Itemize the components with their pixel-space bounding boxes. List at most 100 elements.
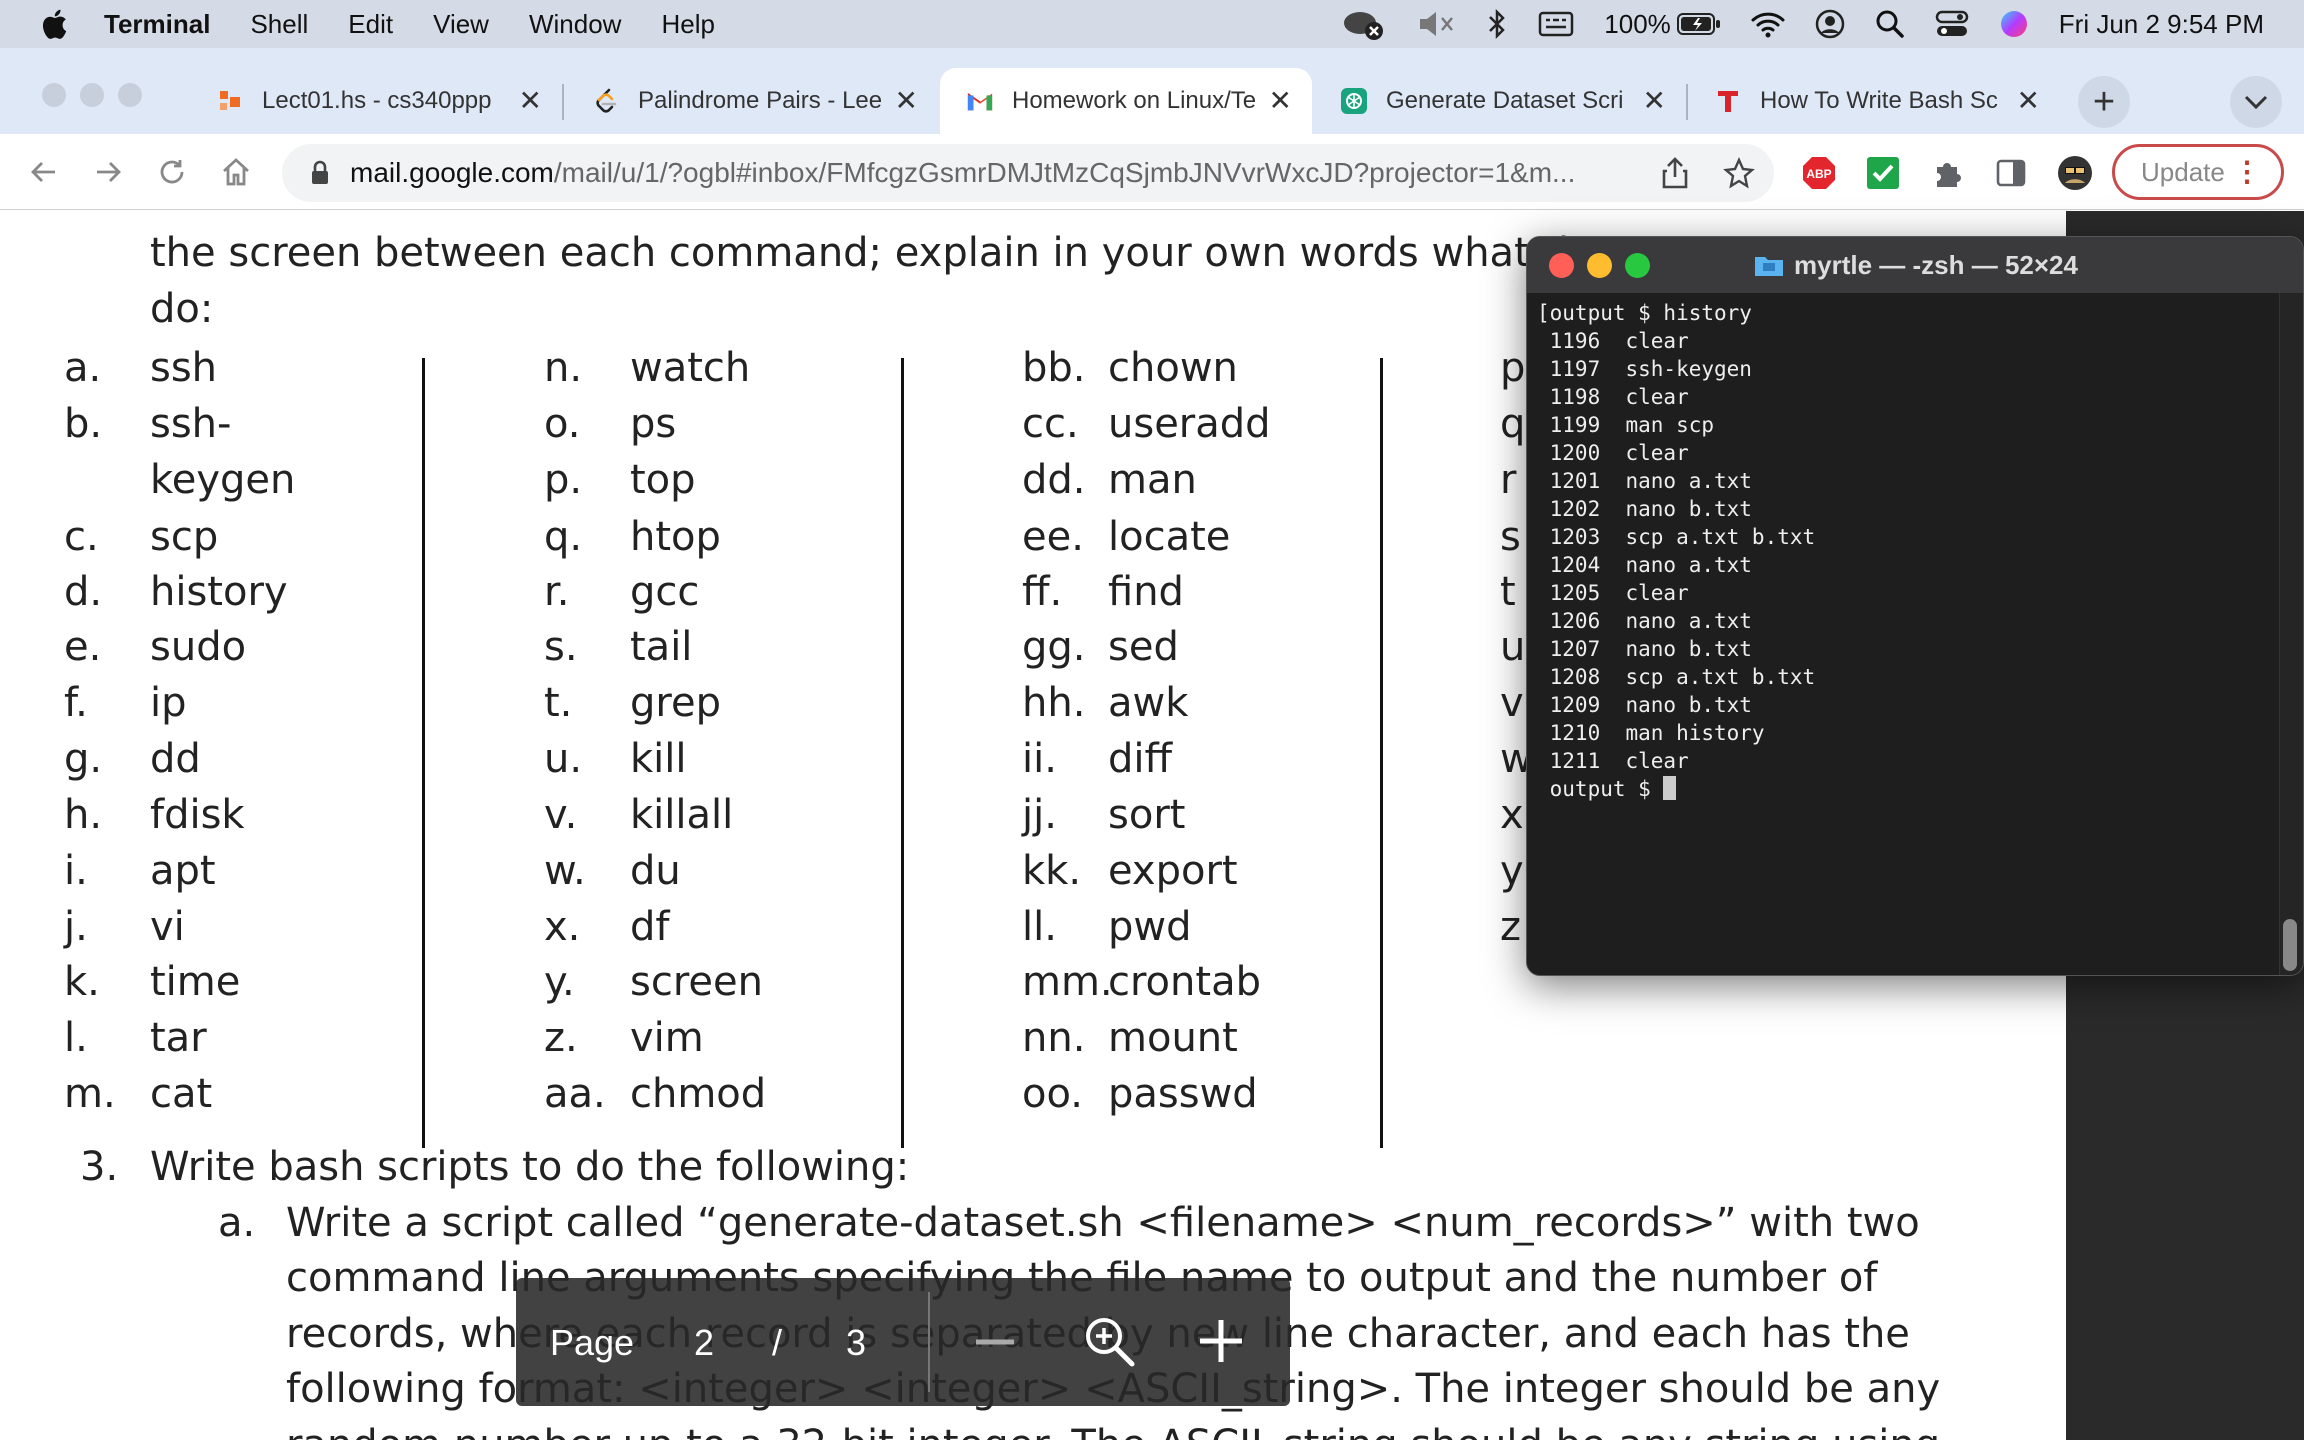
back-button[interactable] xyxy=(24,152,64,192)
command-list-item: man xyxy=(1108,457,1197,503)
creative-cloud-icon[interactable] xyxy=(1340,7,1386,41)
command-list-item: diff xyxy=(1108,736,1173,782)
side-panel-icon[interactable] xyxy=(1990,152,2032,194)
apple-logo-icon[interactable] xyxy=(38,6,74,42)
tab-lect01[interactable]: Lect01.hs - cs340ppp ✕ xyxy=(190,68,562,134)
svg-text:ABP: ABP xyxy=(1806,167,1831,181)
terminal-line: 1206 nano a.txt xyxy=(1537,609,1752,633)
green-check-extension-icon[interactable] xyxy=(1862,152,1904,194)
adblock-icon[interactable]: ABP xyxy=(1798,152,1840,194)
terminal-window[interactable]: myrtle — -zsh — 52×24 [output $ history … xyxy=(1526,236,2304,976)
command-list-item: watch xyxy=(630,345,751,391)
command-list-item: scp xyxy=(150,514,219,560)
arrow-left-icon xyxy=(31,162,55,182)
terminal-line: 1208 scp a.txt b.txt xyxy=(1537,665,1816,689)
plus-icon xyxy=(1200,1320,1242,1362)
command-list-label: e. xyxy=(64,624,102,670)
command-list-item: find xyxy=(1108,569,1184,615)
wifi-icon[interactable] xyxy=(1751,10,1785,38)
menu-terminal[interactable]: Terminal xyxy=(104,9,210,40)
tab-title: Generate Dataset Scri xyxy=(1386,87,1624,114)
gmail-icon xyxy=(966,87,994,115)
tab-homework-gmail[interactable]: Homework on Linux/Te ✕ xyxy=(940,68,1312,134)
menu-window[interactable]: Window xyxy=(529,9,621,40)
menu-shell[interactable]: Shell xyxy=(250,9,308,40)
tab-close-icon[interactable]: ✕ xyxy=(2017,84,2040,117)
menu-help[interactable]: Help xyxy=(661,9,714,40)
share-icon[interactable] xyxy=(1654,152,1696,194)
tab-palindrome-pairs[interactable]: Palindrome Pairs - Lee ✕ xyxy=(566,68,938,134)
command-list-label: bb. xyxy=(1022,345,1086,391)
command-list-label: p xyxy=(1500,345,1526,391)
tab-bash-scripts[interactable]: How To Write Bash Sc ✕ xyxy=(1688,68,2060,134)
lock-icon[interactable] xyxy=(310,160,330,186)
window-minimize-button[interactable] xyxy=(80,83,104,107)
fit-zoom-button[interactable] xyxy=(1082,1314,1138,1379)
terminal-prompt-line[interactable]: output $ xyxy=(1537,775,2297,803)
command-list-label: kk. xyxy=(1022,848,1082,894)
menu-bar: Terminal Shell Edit View Window Help 100… xyxy=(0,0,2304,48)
zoom-out-button[interactable] xyxy=(972,1322,1018,1371)
command-list-item: useradd xyxy=(1108,401,1271,447)
command-list-item: chmod xyxy=(630,1071,767,1117)
question-text: Write bash scripts to do the following: xyxy=(150,1144,910,1190)
command-list-item: fdisk xyxy=(150,792,245,838)
tab-close-icon[interactable]: ✕ xyxy=(895,84,918,117)
command-list-label: q. xyxy=(544,514,583,560)
command-list-label: a. xyxy=(64,345,102,391)
tab-close-icon[interactable]: ✕ xyxy=(1643,84,1666,117)
tab-divider xyxy=(562,84,564,120)
profile-avatar-icon[interactable] xyxy=(2054,152,2096,194)
command-list-label: m. xyxy=(64,1071,116,1117)
command-list-item: grep xyxy=(630,680,721,726)
terminal-line: 1205 clear xyxy=(1537,581,1689,605)
tab-generate-dataset[interactable]: Generate Dataset Scri ✕ xyxy=(1314,68,1686,134)
new-tab-button[interactable]: + xyxy=(2078,76,2130,128)
bookmark-star-icon[interactable] xyxy=(1718,152,1760,194)
zoom-in-button[interactable] xyxy=(1196,1316,1246,1375)
terminal-scroll-thumb[interactable] xyxy=(2283,919,2297,971)
command-list-item: chown xyxy=(1108,345,1238,391)
update-browser-button[interactable]: Update ⋮ xyxy=(2112,144,2284,200)
menu-clock[interactable]: Fri Jun 2 9:54 PM xyxy=(2059,9,2264,40)
tab-close-icon[interactable]: ✕ xyxy=(519,84,542,117)
terminal-line: 1199 man scp xyxy=(1537,413,1715,437)
extensions-puzzle-icon[interactable] xyxy=(1926,152,1968,194)
window-close-button[interactable] xyxy=(42,83,66,107)
address-bar[interactable]: mail.google.com/mail/u/1/?ogbl#inbox/FMf… xyxy=(282,144,1774,202)
bluetooth-icon[interactable] xyxy=(1486,8,1508,40)
tab-search-button[interactable] xyxy=(2230,76,2282,128)
command-list-label: mm. xyxy=(1022,959,1113,1005)
command-list-label: j. xyxy=(64,904,88,950)
command-list-item: sudo xyxy=(150,624,247,670)
orange-cube-icon xyxy=(216,87,244,115)
question-number: 3. xyxy=(80,1144,119,1190)
command-list-item: vi xyxy=(150,904,185,950)
terminal-minimize-button[interactable] xyxy=(1587,253,1612,278)
terminal-scrollbar[interactable] xyxy=(2279,293,2303,975)
user-account-icon[interactable] xyxy=(1815,9,1845,39)
terminal-close-button[interactable] xyxy=(1549,253,1574,278)
menu-view[interactable]: View xyxy=(433,9,489,40)
command-list-item: gcc xyxy=(630,569,700,615)
control-center-icon[interactable] xyxy=(1935,10,1969,38)
menu-edit[interactable]: Edit xyxy=(348,9,393,40)
command-list-item: export xyxy=(1108,848,1238,894)
plus-icon: + xyxy=(2092,80,2116,123)
terminal-zoom-button[interactable] xyxy=(1625,253,1650,278)
tab-close-icon[interactable]: ✕ xyxy=(1269,84,1292,117)
mute-icon[interactable] xyxy=(1416,9,1456,39)
keyboard-input-icon[interactable] xyxy=(1538,10,1574,38)
command-list-item: awk xyxy=(1108,680,1189,726)
command-list-label: l. xyxy=(64,1015,88,1061)
window-zoom-button[interactable] xyxy=(118,83,142,107)
terminal-output[interactable]: [output $ history 1196 clear 1197 ssh-ke… xyxy=(1527,293,2297,975)
terminal-line: 1200 clear xyxy=(1537,441,1689,465)
page-current[interactable]: 2 xyxy=(694,1322,714,1364)
reload-button[interactable] xyxy=(152,152,192,192)
forward-button[interactable] xyxy=(88,152,128,192)
home-button[interactable] xyxy=(216,152,256,192)
spotlight-search-icon[interactable] xyxy=(1875,9,1905,39)
kebab-menu-icon[interactable]: ⋮ xyxy=(2233,155,2261,188)
siri-icon[interactable] xyxy=(1999,9,2029,39)
